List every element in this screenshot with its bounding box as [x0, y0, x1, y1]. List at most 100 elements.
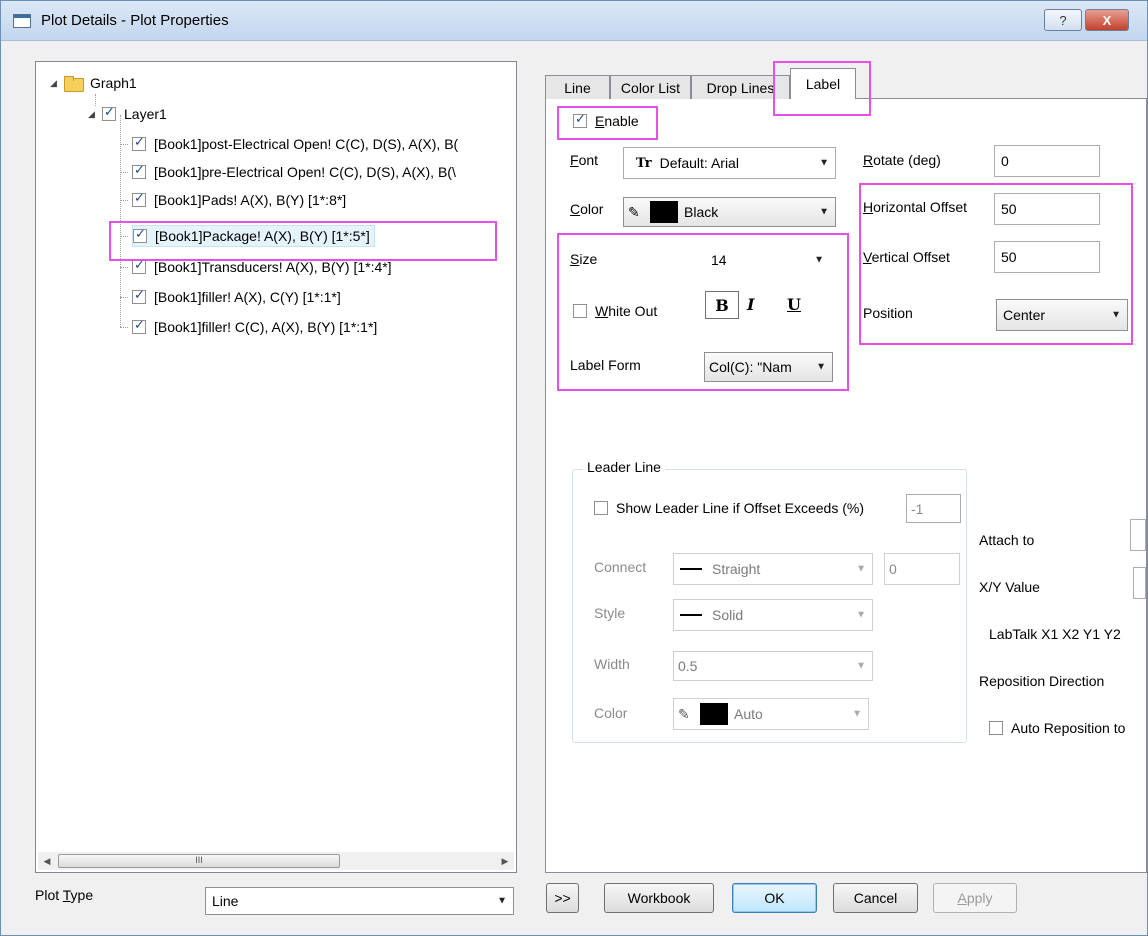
position-select[interactable]: Center ▼: [996, 299, 1128, 331]
help-button[interactable]: ?: [1044, 9, 1082, 31]
tree-connector: [120, 144, 128, 145]
collapse-icon[interactable]: ◢: [50, 78, 60, 88]
plot-type-value: Line: [212, 893, 239, 909]
expand-button[interactable]: >>: [546, 883, 579, 913]
white-out-label-key: W: [595, 303, 609, 319]
labtalk-label: LabTalk X1 X2 Y1 Y2: [989, 626, 1121, 642]
tree-item-plot-selected[interactable]: [Book1]Package! A(X), B(Y) [1*:5*]: [132, 225, 375, 247]
tree-item-plot[interactable]: [Book1]filler! C(C), A(X), B(Y) [1*:1*]: [132, 316, 377, 338]
attach-to-select[interactable]: [1130, 519, 1146, 551]
tree-item-plot[interactable]: [Book1]Pads! A(X), B(Y) [1*:8*]: [132, 189, 346, 211]
tree-view[interactable]: ◢ Graph1 ◢ Layer1 [Book1]post-Electrical…: [35, 61, 517, 873]
tree-item-label: [Book1]post-Electrical Open! C(C), D(S),…: [154, 136, 459, 152]
color-label-rest: olor: [580, 201, 604, 217]
font-label-key: F: [570, 152, 579, 168]
close-button[interactable]: X: [1085, 9, 1129, 31]
width-select[interactable]: 0.5 ▼: [673, 651, 873, 681]
tree-item-plot[interactable]: [Book1]pre-Electrical Open! C(C), D(S), …: [132, 161, 456, 183]
tree-item-graph1[interactable]: ◢ Graph1: [50, 72, 137, 94]
underline-button[interactable]: U: [787, 295, 801, 314]
dropdown-arrow-icon: ▼: [856, 609, 866, 621]
pen-icon: ✎: [628, 203, 640, 220]
connect-num-input[interactable]: 0: [884, 553, 960, 585]
show-leader-line-label: Show Leader Line if Offset Exceeds (%): [616, 500, 864, 516]
tree-item-plot[interactable]: [Book1]filler! A(X), C(Y) [1*:1*]: [132, 286, 341, 308]
auto-reposition-checkbox[interactable]: Auto Reposition to: [989, 720, 1146, 736]
rotate-label-rest: otate (deg): [873, 152, 941, 168]
plot-checkbox[interactable]: [132, 318, 146, 334]
plot-type-label-post: ype: [70, 887, 94, 903]
tree-item-plot[interactable]: [Book1]Transducers! A(X), B(Y) [1*:4*]: [132, 256, 392, 278]
enable-label-rest: nable: [604, 113, 639, 129]
position-label: Position: [863, 305, 913, 321]
scroll-right-icon[interactable]: ▶: [496, 852, 514, 870]
ok-button[interactable]: OK: [732, 883, 817, 913]
tree-item-plot[interactable]: [Book1]post-Electrical Open! C(C), D(S),…: [132, 133, 458, 155]
enable-checkbox-box[interactable]: [573, 112, 587, 128]
xy-value-label: X/Y Value: [979, 579, 1040, 595]
plot-checkbox[interactable]: [132, 258, 146, 274]
white-out-checkbox[interactable]: White Out: [573, 303, 657, 319]
size-value: 14: [711, 252, 727, 268]
connect-select[interactable]: Straight ▼: [673, 553, 873, 585]
dropdown-arrow-icon: ▼: [856, 563, 866, 575]
plot-checkbox[interactable]: [132, 288, 146, 304]
scroll-thumb[interactable]: III: [58, 854, 340, 868]
show-leader-line-checkbox[interactable]: Show Leader Line if Offset Exceeds (%): [594, 500, 864, 516]
tree-connector: [120, 297, 128, 298]
leader-offset-input[interactable]: -1: [906, 494, 961, 523]
color-label-key: C: [570, 201, 581, 217]
vertical-offset-input[interactable]: 50: [994, 241, 1100, 273]
size-label: Size: [570, 251, 597, 267]
label-form-select[interactable]: Col(C): "Nam ▼: [704, 352, 833, 382]
leader-color-select[interactable]: ✎ Auto ▼: [673, 698, 869, 730]
tab-color-list[interactable]: Color List: [610, 75, 691, 99]
workbook-button[interactable]: Workbook: [604, 883, 714, 913]
color-swatch: [700, 703, 728, 725]
window-title: Plot Details - Plot Properties: [41, 12, 229, 29]
label-form-value: Col(C): "Nam: [709, 359, 792, 375]
plot-checkbox[interactable]: [133, 227, 147, 243]
horizontal-offset-label-rest: orizontal Offset: [873, 199, 968, 215]
bold-button[interactable]: B: [705, 291, 739, 319]
cancel-button[interactable]: Cancel: [833, 883, 918, 913]
enable-checkbox[interactable]: Enable: [573, 112, 639, 129]
dropdown-arrow-icon: ▼: [814, 254, 824, 266]
connect-label: Connect: [594, 559, 647, 575]
connect-value: Straight: [712, 561, 761, 577]
rotate-input[interactable]: 0: [994, 145, 1100, 177]
tab-label[interactable]: Label: [790, 68, 856, 99]
tree-item-label: [Book1]filler! A(X), C(Y) [1*:1*]: [154, 289, 341, 305]
white-out-checkbox-box[interactable]: [573, 304, 587, 318]
show-leader-line-checkbox-box[interactable]: [594, 501, 608, 515]
horizontal-scrollbar[interactable]: ◀ III ▶: [38, 852, 514, 870]
leader-color-label: Color: [594, 705, 628, 721]
style-select[interactable]: Solid ▼: [673, 599, 873, 631]
dropdown-arrow-icon: ▼: [819, 157, 829, 169]
plot-checkbox[interactable]: [132, 163, 146, 179]
color-value: Black: [684, 204, 719, 220]
tree-item-label: Layer1: [124, 106, 167, 122]
italic-button[interactable]: I: [747, 295, 754, 314]
size-select[interactable]: 14 ▼: [704, 245, 831, 275]
auto-reposition-checkbox-box[interactable]: [989, 721, 1003, 735]
scroll-left-icon[interactable]: ◀: [38, 852, 56, 870]
tree-item-label: [Book1]Transducers! A(X), B(Y) [1*:4*]: [154, 259, 392, 275]
plot-type-select[interactable]: Line ▼: [205, 887, 514, 915]
tree-item-layer1[interactable]: ◢ Layer1: [88, 103, 167, 125]
plot-checkbox[interactable]: [132, 191, 146, 207]
xy-value-input[interactable]: [1133, 567, 1146, 599]
dropdown-arrow-icon: ▼: [819, 206, 829, 218]
tab-drop-lines[interactable]: Drop Lines: [691, 75, 790, 99]
layer-checkbox[interactable]: [102, 105, 116, 121]
color-select[interactable]: ✎ Black ▼: [623, 197, 836, 227]
width-value: 0.5: [678, 658, 698, 674]
plot-checkbox[interactable]: [132, 135, 146, 151]
font-select[interactable]: Tr Default: Arial ▼: [623, 147, 836, 179]
tree-connector: [120, 115, 121, 327]
horizontal-offset-input[interactable]: 50: [994, 193, 1100, 225]
apply-button[interactable]: Apply: [933, 883, 1017, 913]
title-bar[interactable]: Plot Details - Plot Properties ? X: [1, 1, 1147, 41]
tab-line[interactable]: Line: [545, 75, 610, 99]
collapse-icon[interactable]: ◢: [88, 109, 98, 119]
